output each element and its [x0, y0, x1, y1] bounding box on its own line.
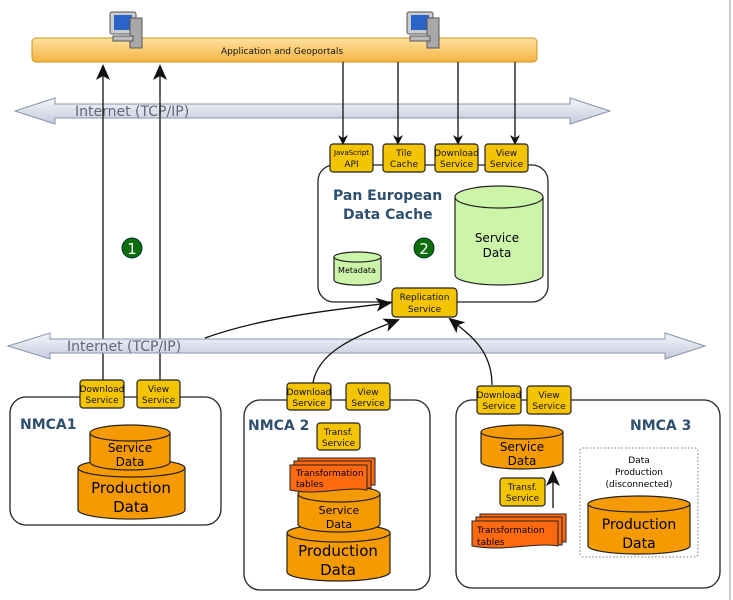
service-data-label-2: Data — [483, 246, 512, 260]
pan-download-label-2: Service — [440, 160, 474, 170]
nmca3-tables-1: Transformation — [476, 526, 545, 536]
marker-2-label: 2 — [419, 240, 429, 258]
nmca1-production-1: Production — [91, 479, 171, 497]
js-api-label-2: API — [344, 160, 358, 170]
nmca1-service-data-1: Service — [108, 441, 152, 455]
nmca3-service-data: Service Data — [480, 424, 564, 470]
internet-bottom-label: Internet (TCP/IP) — [67, 339, 181, 355]
nmca3-disconnected-3: (disconnected) — [605, 480, 672, 490]
replication-label-2: Service — [408, 305, 442, 315]
pan-european-data-cache: Pan European Data Cache Service Data Met… — [317, 164, 549, 303]
nmca2-tables-2: tables — [296, 480, 324, 490]
nmca1-service-data-2: Data — [116, 455, 145, 469]
nmca1-view-service: View Service — [136, 379, 181, 409]
javascript-api-service: JavaScript API — [329, 143, 374, 173]
nmca1-download-1: Download — [80, 385, 125, 395]
nmca1-view-1: View — [148, 385, 169, 395]
marker-1: 1 — [121, 237, 143, 259]
nmca2-download-2: Service — [292, 399, 326, 409]
nmca3-transf-2: Service — [506, 494, 540, 504]
tile-cache-label-2: Cache — [390, 160, 418, 170]
nmca2-download-service: Download Service — [286, 382, 332, 411]
nmca2-transf-2: Service — [322, 439, 356, 449]
metadata-label: Metadata — [338, 266, 376, 275]
nmca2-view-2: Service — [351, 399, 385, 409]
diagram-canvas: Application and Geoportals Internet (TCP… — [6, 0, 731, 600]
nmca2-transf-service: Transf. Service — [316, 422, 361, 451]
nmca3-download-1: Download — [477, 391, 522, 401]
application-bar: Application and Geoportals — [31, 37, 538, 63]
nmca3-view-1: View — [538, 391, 559, 401]
nmca2-service-data-1: Service — [319, 504, 360, 517]
nmca2-node: NMCA 2 Transf. Service Production Data S… — [243, 399, 431, 591]
application-bar-label: Application and Geoportals — [221, 47, 343, 57]
nmca2-transf-1: Transf. — [323, 428, 353, 438]
nmca3-transf-service: Transf. Service — [499, 477, 546, 507]
nmca1-view-2: Service — [142, 396, 176, 406]
nmca2-service-data-2: Data — [326, 518, 352, 531]
nmca2-title: NMCA 2 — [248, 418, 309, 434]
marker-2: 2 — [413, 237, 435, 259]
pan-download-service: Download Service — [434, 143, 479, 173]
pan-view-label-2: Service — [490, 160, 524, 170]
replication-service: Replication Service — [391, 287, 458, 318]
nmca2-transformation-tables: Transformation tables — [289, 457, 376, 493]
nmca3-download-service: Download Service — [476, 385, 522, 415]
replication-arrow-nmca1 — [204, 297, 392, 339]
internet-bottom-arrow: Internet (TCP/IP) — [6, 332, 707, 360]
service-data-cylinder: Service Data — [454, 185, 544, 286]
pan-european-title-2: Data Cache — [343, 207, 433, 223]
nmca1-production-2: Data — [113, 498, 149, 516]
nmca3-service-data-1: Service — [500, 440, 544, 454]
replication-label-1: Replication — [400, 293, 450, 303]
nmca3-transf-1: Transf. — [507, 483, 537, 493]
nmca2-view-service: View Service — [345, 382, 391, 411]
service-data-label-1: Service — [475, 231, 519, 245]
nmca3-transformation-tables: Transformation tables — [471, 513, 567, 549]
nmca3-tables-2: tables — [477, 538, 505, 548]
nmca1-title: NMCA1 — [20, 417, 77, 433]
tile-cache-service: Tile Cache — [382, 143, 426, 173]
nmca3-download-2: Service — [482, 402, 516, 412]
nmca1-node: NMCA1 Service Data Production Data — [9, 396, 222, 526]
nmca2-download-1: Download — [287, 388, 332, 398]
nmca1-download-service: Download Service — [79, 379, 125, 409]
nmca3-disconnected-2: Production — [615, 468, 663, 478]
internet-top-arrow: Internet (TCP/IP) — [13, 97, 612, 125]
architecture-diagram: Application and Geoportals Internet (TCP… — [0, 0, 733, 600]
nmca3-service-data-2: Data — [508, 454, 537, 468]
nmca3-view-2: Service — [532, 402, 566, 412]
marker-1-label: 1 — [127, 240, 137, 258]
nmca2-view-1: View — [357, 388, 378, 398]
nmca3-node: NMCA 3 Service Data Transf. Service Tran… — [455, 399, 721, 589]
nmca3-title: NMCA 3 — [630, 418, 691, 434]
nmca1-service-data: Service Data — [89, 424, 171, 471]
js-api-label-1: JavaScript — [333, 149, 369, 157]
pan-download-label-1: Download — [434, 149, 479, 159]
nmca3-view-service: View Service — [526, 385, 572, 415]
nmca2-production-2: Data — [320, 561, 356, 579]
metadata-cylinder: Metadata — [333, 251, 382, 286]
pan-european-title-1: Pan European — [333, 188, 442, 204]
pan-view-label-1: View — [496, 149, 517, 159]
nmca3-disconnected-1: Data — [628, 456, 650, 466]
nmca2-production-1: Production — [298, 542, 378, 560]
tile-cache-label-1: Tile — [395, 149, 412, 159]
nmca3-production-1: Production — [602, 517, 676, 533]
pan-view-service: View Service — [484, 143, 529, 173]
nmca1-download-2: Service — [85, 396, 119, 406]
nmca3-production-2: Data — [622, 536, 655, 552]
nmca2-service-data: Service Data — [297, 485, 381, 533]
nmca2-tables-1: Transformation — [295, 469, 364, 479]
internet-top-label: Internet (TCP/IP) — [75, 104, 189, 120]
